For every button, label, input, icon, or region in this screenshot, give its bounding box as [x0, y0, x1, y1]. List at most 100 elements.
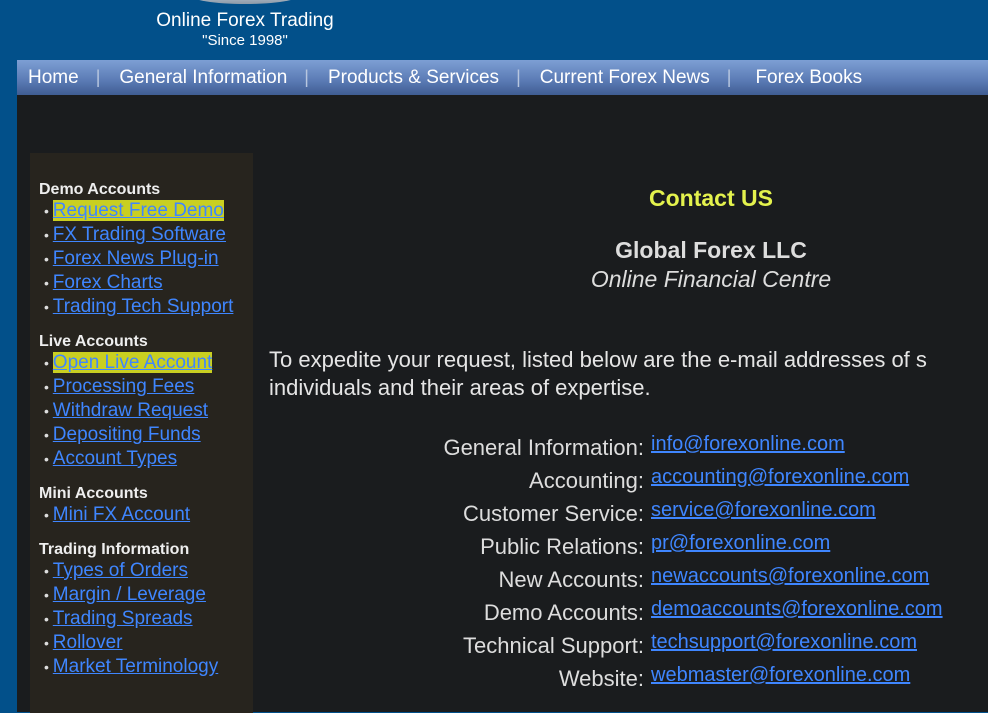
sidebar-group: Trading Information • Types of Orders • Ma… — [30, 541, 253, 679]
contact-label: Accounting: — [529, 468, 644, 493]
sidebar-heading: Mini Accounts — [39, 485, 148, 502]
top-nav: Home | General Information | Products & Se… — [17, 60, 988, 95]
nav-separator: | — [726, 67, 732, 87]
sidebar-link[interactable]: Forex Charts — [53, 272, 163, 293]
sidebar-link[interactable]: Request Free Demo — [52, 200, 224, 221]
sidebar-item: • Trading Spreads — [44, 607, 253, 631]
sidebar: Demo Accounts • Request Free Demo • FX Tra… — [30, 153, 253, 713]
sidebar-heading: Trading Information — [39, 541, 190, 558]
contact-row: Website: webmaster@forexonline.com — [269, 664, 943, 697]
contact-list: General Information: info@forexonline.com… — [269, 433, 943, 697]
intro-text: To expedite your request, listed below a… — [269, 346, 988, 402]
bullet-icon: • — [44, 563, 53, 579]
sidebar-link[interactable]: Margin / Leverage — [53, 584, 206, 605]
sidebar-item: • Processing Fees — [44, 375, 253, 399]
contact-row: Demo Accounts: demoaccounts@forexonline.c… — [269, 598, 943, 631]
bullet-icon: • — [44, 355, 53, 371]
contact-email-link[interactable]: info@forexonline.com — [651, 433, 845, 456]
contact-row: New Accounts: newaccounts@forexonline.com — [269, 565, 943, 598]
contact-label: Public Relations: — [480, 534, 644, 559]
sidebar-link[interactable]: Open Live Account — [52, 352, 213, 373]
sidebar-link[interactable]: Depositing Funds — [53, 424, 201, 445]
contact-row: Customer Service: service@forexonline.com — [269, 499, 943, 532]
sidebar-link[interactable]: Market Terminology — [53, 656, 218, 677]
nav-separator: | — [95, 67, 101, 87]
intro-line: individuals and their areas of expertise… — [269, 375, 651, 400]
sidebar-item: • Request Free Demo — [44, 199, 253, 223]
sidebar-item: • Account Types — [44, 447, 253, 471]
bullet-icon: • — [44, 587, 53, 603]
sidebar-heading: Demo Accounts — [39, 181, 161, 198]
bullet-icon: • — [44, 203, 53, 219]
contact-label: General Information: — [443, 435, 644, 460]
sidebar-link[interactable]: Withdraw Request — [53, 400, 208, 421]
bullet-icon: • — [44, 427, 53, 443]
contact-label: Demo Accounts: — [483, 600, 644, 625]
sidebar-item: • Margin / Leverage — [44, 583, 253, 607]
sidebar-item: • Mini FX Account — [44, 503, 253, 527]
sidebar-link[interactable]: Mini FX Account — [53, 504, 190, 525]
sidebar-link[interactable]: FX Trading Software — [53, 224, 226, 245]
bullet-icon: • — [44, 507, 53, 523]
bullet-icon: • — [44, 379, 53, 395]
sidebar-item: • Trading Tech Support — [44, 295, 253, 319]
contact-label: Technical Support: — [463, 633, 644, 658]
sidebar-link[interactable]: Trading Tech Support — [53, 296, 234, 317]
company-name: Global Forex LLC — [615, 237, 807, 263]
bullet-icon: • — [44, 611, 53, 627]
sidebar-item: • Forex News Plug-in — [44, 247, 253, 271]
contact-row: Accounting: accounting@forexonline.com — [269, 466, 943, 499]
sidebar-group: Demo Accounts • Request Free Demo • FX Tra… — [30, 181, 253, 319]
sidebar-item: • Rollover — [44, 631, 253, 655]
sidebar-item: • FX Trading Software — [44, 223, 253, 247]
sidebar-link[interactable]: Rollover — [53, 632, 123, 653]
contact-row: General Information: info@forexonline.com — [269, 433, 943, 466]
sidebar-item: • Withdraw Request — [44, 399, 253, 423]
contact-row: Technical Support: techsupport@forexonlin… — [269, 631, 943, 664]
site-title: Online Forex Trading — [156, 10, 334, 31]
sidebar-link[interactable]: Types of Orders — [53, 560, 188, 581]
contact-row: Public Relations: pr@forexonline.com — [269, 532, 943, 565]
nav-home[interactable]: Home — [17, 67, 79, 89]
nav-current-forex-news[interactable]: Current Forex News — [521, 67, 710, 89]
brand: Online Forex Trading "Since 1998" — [130, 10, 360, 49]
contact-label: New Accounts: — [498, 567, 644, 592]
sidebar-item: • Forex Charts — [44, 271, 253, 295]
page-title: Contact US — [649, 185, 773, 211]
bullet-icon: • — [44, 299, 53, 315]
contact-email-link[interactable]: demoaccounts@forexonline.com — [651, 598, 943, 621]
contact-label: Customer Service: — [463, 501, 644, 526]
contact-email-link[interactable]: newaccounts@forexonline.com — [651, 565, 929, 588]
nav-separator: | — [304, 67, 309, 87]
sidebar-item: • Depositing Funds — [44, 423, 253, 447]
contact-email-link[interactable]: service@forexonline.com — [651, 499, 876, 522]
bullet-icon: • — [44, 227, 53, 243]
nav-products-services[interactable]: Products & Services — [309, 67, 499, 89]
bullet-icon: • — [44, 635, 53, 651]
contact-label: Website: — [558, 666, 644, 691]
contact-email-link[interactable]: accounting@forexonline.com — [651, 466, 909, 489]
sidebar-item: • Types of Orders — [44, 559, 253, 583]
sidebar-link[interactable]: Trading Spreads — [53, 608, 193, 629]
site-since: "Since 1998" — [202, 32, 288, 49]
sidebar-item: • Market Terminology — [44, 655, 253, 679]
bullet-icon: • — [44, 403, 53, 419]
sidebar-heading: Live Accounts — [39, 333, 148, 350]
logo[interactable] — [190, 0, 300, 4]
sidebar-group: Live Accounts • Open Live Account • Proces… — [30, 333, 253, 471]
sidebar-link[interactable]: Processing Fees — [53, 376, 195, 397]
contact-email-link[interactable]: webmaster@forexonline.com — [651, 664, 910, 687]
contact-email-link[interactable]: techsupport@forexonline.com — [651, 631, 917, 654]
company-tagline: Online Financial Centre — [590, 266, 832, 292]
sidebar-link[interactable]: Account Types — [53, 448, 177, 469]
nav-separator: | — [516, 67, 521, 87]
nav-general-information[interactable]: General Information — [100, 67, 287, 89]
sidebar-group: Mini Accounts • Mini FX Account — [30, 485, 253, 527]
bullet-icon: • — [44, 659, 53, 675]
contact-email-link[interactable]: pr@forexonline.com — [651, 532, 830, 555]
bullet-icon: • — [44, 275, 53, 291]
sidebar-item: • Open Live Account — [44, 351, 253, 375]
sidebar-link[interactable]: Forex News Plug-in — [53, 248, 219, 269]
bullet-icon: • — [44, 251, 53, 267]
nav-forex-books[interactable]: Forex Books — [731, 67, 862, 89]
